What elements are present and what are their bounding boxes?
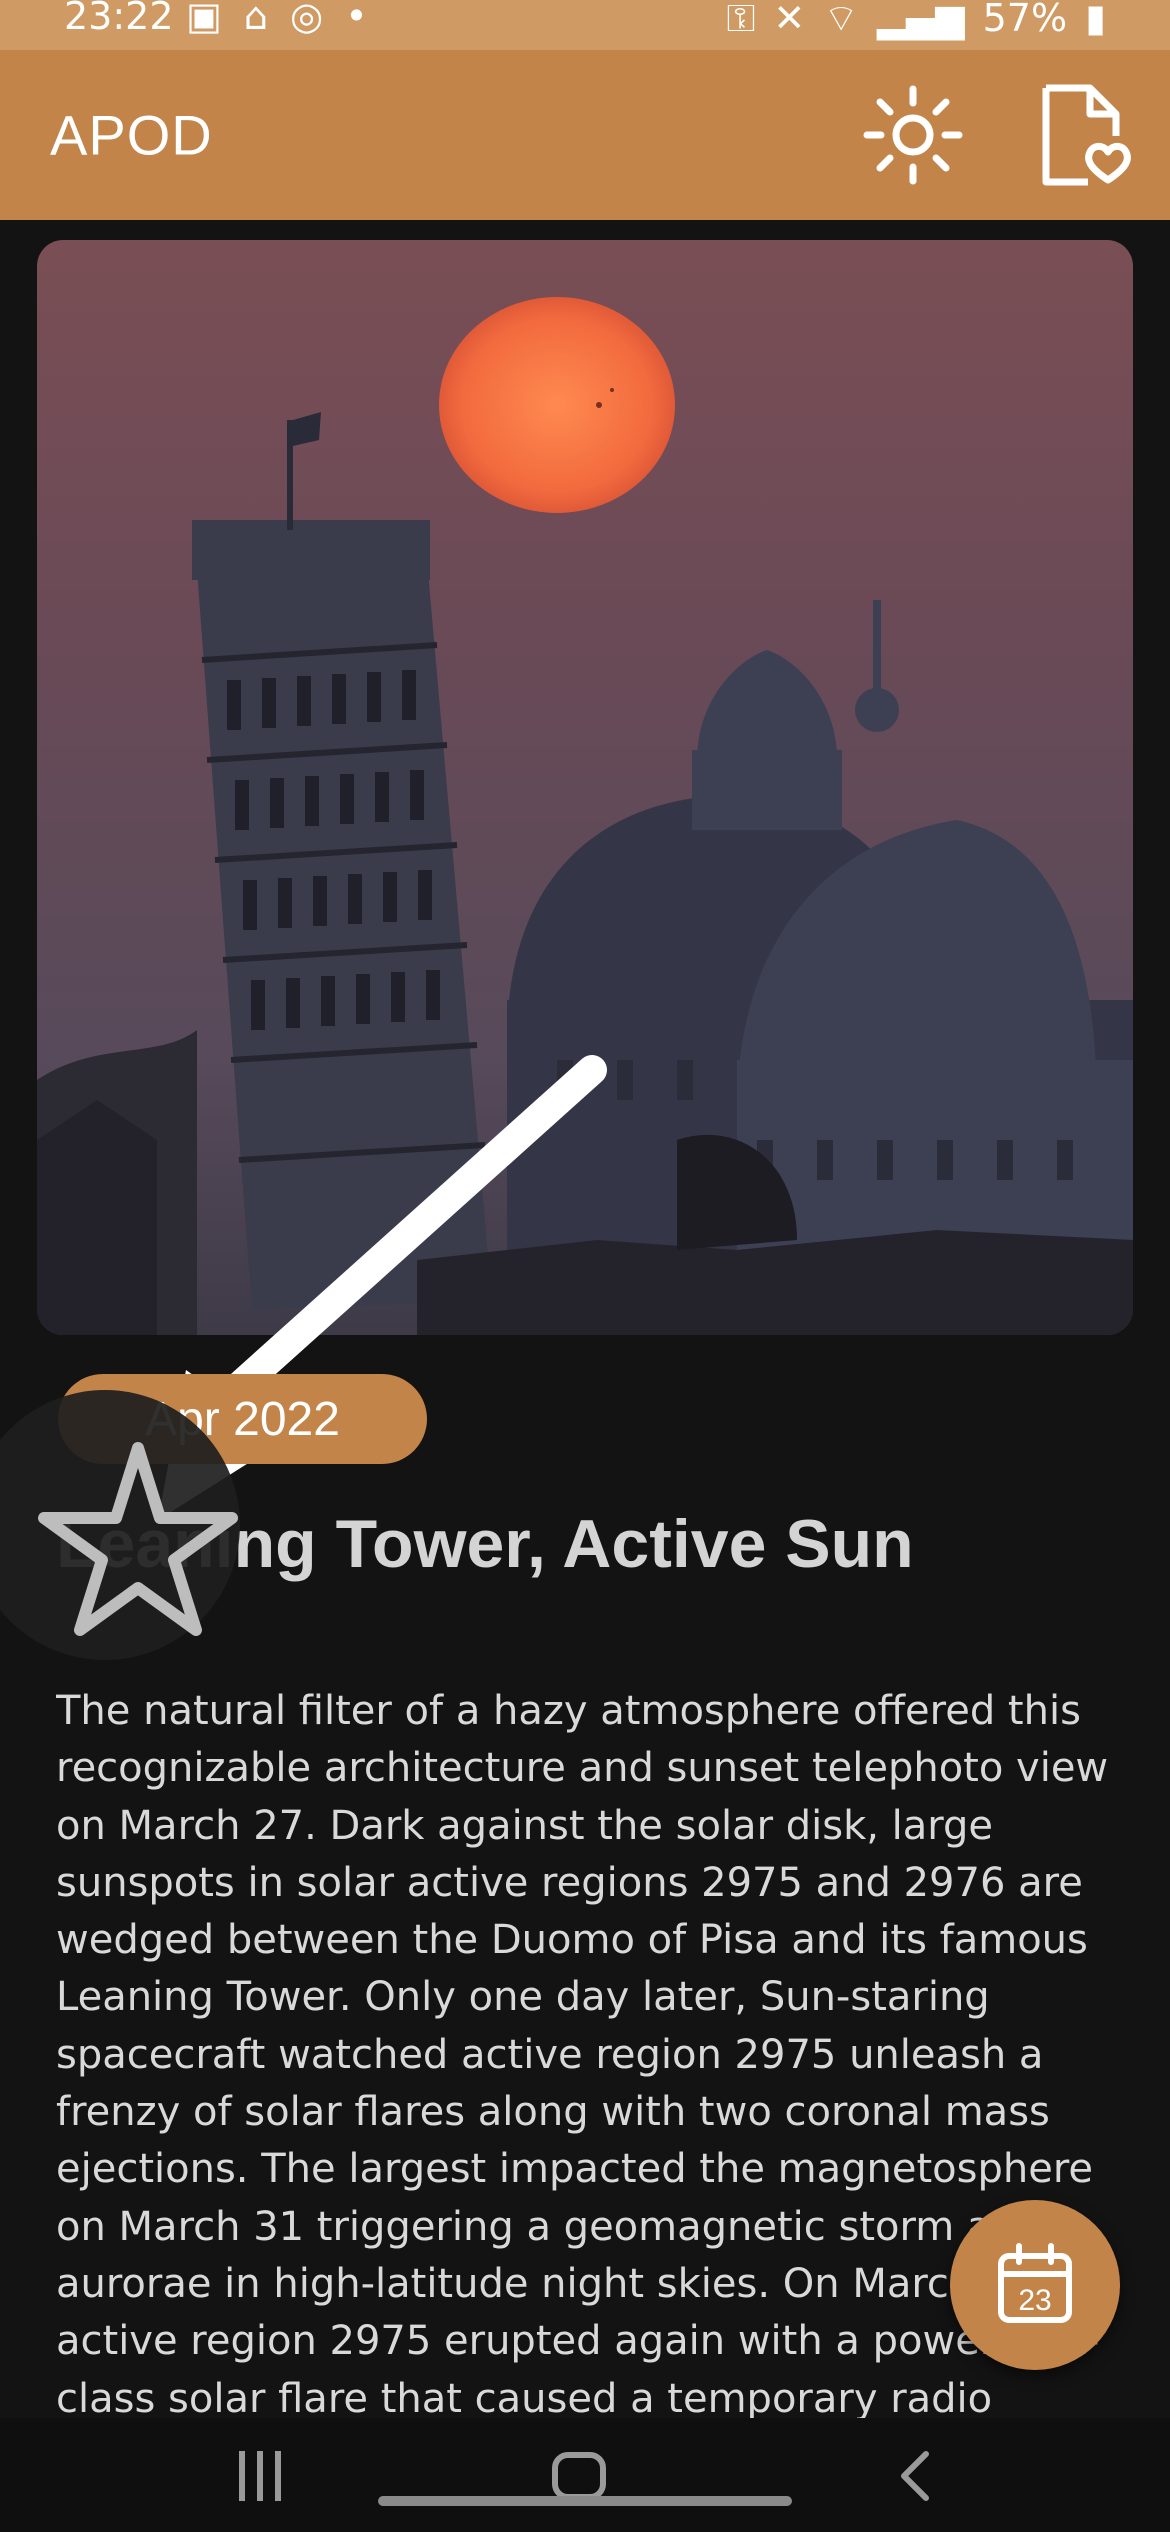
- favorite-star-highlight[interactable]: [0, 1390, 240, 1660]
- system-nav-bar: [0, 2418, 1170, 2532]
- calendar-day: 23: [1018, 2284, 1051, 2317]
- calendar-icon: 23: [998, 2243, 1072, 2323]
- back-icon: [901, 2451, 929, 2501]
- recents-icon-bar: [275, 2451, 281, 2501]
- home-button[interactable]: [552, 2452, 606, 2500]
- star-icon: [38, 1442, 238, 1636]
- calendar-button[interactable]: 23: [950, 2200, 1120, 2370]
- recents-icon-bar: [257, 2451, 263, 2501]
- recents-icon: [239, 2451, 245, 2501]
- back-button[interactable]: [890, 2448, 940, 2504]
- recents-button[interactable]: [230, 2448, 290, 2504]
- gesture-handle: [378, 2496, 792, 2506]
